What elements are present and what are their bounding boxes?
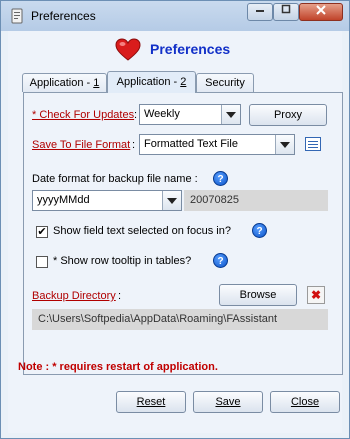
date-format-preview: 20070825: [184, 190, 328, 211]
check-updates-select[interactable]: Weekly: [139, 104, 241, 125]
tab-mnemonic: 1: [93, 77, 100, 89]
window-title: Preferences: [31, 9, 96, 23]
check-updates-label: * Check For Updates: [32, 109, 135, 121]
save-button[interactable]: Save: [193, 391, 263, 413]
reset-label: Reset: [136, 396, 166, 408]
app-icon: [11, 8, 23, 24]
date-format-label: Date format for backup file name :: [32, 173, 198, 185]
tab-panel: * Check For Updates : Weekly Proxy Save …: [23, 92, 343, 375]
minimize-icon: [256, 10, 264, 12]
close-icon: [316, 5, 326, 15]
backup-directory-label: Backup Directory: [32, 290, 116, 302]
browse-button[interactable]: Browse: [219, 284, 297, 306]
maximize-icon: [281, 4, 291, 14]
show-field-text-label: Show field text selected on focus in?: [53, 225, 231, 237]
date-format-value: yyyyMMdd: [37, 194, 90, 206]
list-details-icon[interactable]: [305, 137, 321, 151]
show-field-text-help-icon[interactable]: ?: [252, 223, 267, 238]
tab-label: Security: [205, 77, 245, 89]
chevron-down-icon[interactable]: [162, 191, 181, 210]
close-label: Close: [290, 396, 320, 408]
clear-directory-button[interactable]: ✖: [307, 286, 325, 304]
check-updates-value: Weekly: [144, 108, 180, 120]
reset-button[interactable]: Reset: [116, 391, 186, 413]
maximize-button[interactable]: [273, 3, 299, 21]
chevron-down-icon[interactable]: [275, 135, 294, 154]
save-format-colon: :: [132, 139, 136, 151]
heart-icon: [115, 38, 141, 61]
dialog-body: Preferences Application - 1 Application …: [8, 31, 343, 433]
minimize-button[interactable]: [247, 3, 273, 21]
tab-application-2[interactable]: Application - 2: [107, 71, 196, 93]
page-title: Preferences: [150, 41, 231, 57]
restart-note: Note : * requires restart of application…: [18, 361, 218, 373]
save-format-label: Save To File Format: [32, 139, 131, 151]
tab-label: Application -: [116, 76, 181, 88]
backup-directory-colon: :: [118, 290, 122, 302]
save-format-value: Formatted Text File: [144, 138, 238, 150]
backup-directory-path: C:\Users\Softpedia\AppData\Roaming\FAssi…: [32, 309, 328, 330]
title-bar[interactable]: Preferences: [1, 1, 349, 31]
preferences-window: Preferences Preferences Application - 1 …: [0, 0, 350, 439]
show-row-tooltip-label: * Show row tooltip in tables?: [53, 255, 192, 267]
check-updates-colon: :: [134, 109, 138, 121]
show-row-tooltip-help-icon[interactable]: ?: [213, 253, 228, 268]
tab-label: Application -: [29, 77, 94, 89]
tab-mnemonic: 2: [180, 76, 187, 88]
tab-application-1[interactable]: Application - 1: [22, 73, 107, 92]
tab-security[interactable]: Security: [196, 73, 254, 92]
chevron-down-icon[interactable]: [221, 105, 240, 124]
proxy-button[interactable]: Proxy: [249, 104, 327, 126]
save-format-select[interactable]: Formatted Text File: [139, 134, 295, 155]
close-button[interactable]: Close: [270, 391, 340, 413]
date-format-help-icon[interactable]: ?: [213, 171, 228, 186]
date-format-select[interactable]: yyyyMMdd: [32, 190, 182, 211]
save-label: Save: [215, 396, 241, 408]
show-field-text-checkbox[interactable]: ✔: [36, 226, 48, 238]
close-window-button[interactable]: [299, 3, 343, 21]
show-row-tooltip-checkbox[interactable]: [36, 256, 48, 268]
